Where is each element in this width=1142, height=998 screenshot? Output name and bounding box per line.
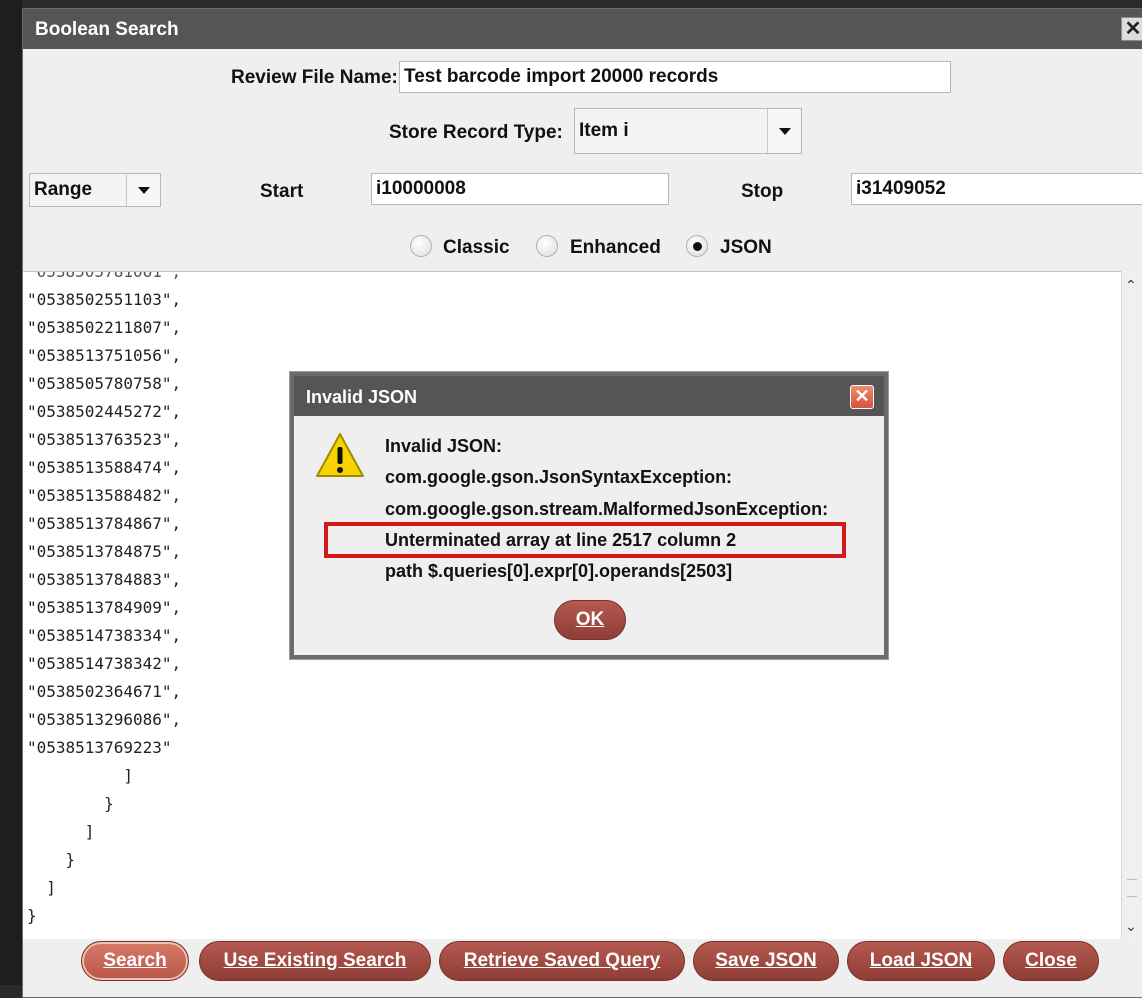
editor-line: "0538513588474", xyxy=(27,458,182,477)
search-button[interactable]: Search xyxy=(81,941,189,981)
editor-line: "0538502364671", xyxy=(27,682,182,701)
editor-scrollbar[interactable]: ⌃ ⌄ xyxy=(1121,271,1141,939)
store-record-type-dropdown-arrow[interactable] xyxy=(767,109,801,153)
start-input[interactable]: i10000008 xyxy=(371,173,669,205)
store-record-type-label: Store Record Type: xyxy=(389,122,563,143)
editor-line: "0538513784909", xyxy=(27,598,182,617)
scroll-down-icon[interactable]: ⌄ xyxy=(1125,918,1137,935)
mode-classic-label: Classic xyxy=(443,237,510,258)
desktop-background xyxy=(0,0,22,985)
editor-line: "0538514738334", xyxy=(27,626,182,645)
review-file-name-input[interactable]: Test barcode import 20000 records xyxy=(399,61,951,93)
retrieve-saved-query-button[interactable]: Retrieve Saved Query xyxy=(439,941,685,981)
chevron-down-icon xyxy=(779,128,791,135)
search-form: Review File Name: Test barcode import 20… xyxy=(23,9,1142,269)
editor-line: "0538513763523", xyxy=(27,430,182,449)
ok-button[interactable]: OK xyxy=(554,600,626,640)
dialog-message-line: com.google.gson.JsonSyntaxException: xyxy=(385,467,733,487)
store-record-type-value: Item i xyxy=(579,120,629,141)
chevron-down-icon xyxy=(138,187,150,194)
scroll-up-icon[interactable]: ⌃ xyxy=(1125,277,1137,294)
editor-line: "0538513784875", xyxy=(27,542,182,561)
scroll-grip[interactable] xyxy=(1127,879,1137,897)
editor-line: "0538513296086", xyxy=(27,710,182,729)
dialog-message-line: path $.queries[0].expr[0].operands[2503] xyxy=(385,561,733,581)
editor-line: ] xyxy=(27,766,133,785)
range-select[interactable]: Range xyxy=(29,173,161,207)
range-dropdown-arrow[interactable] xyxy=(126,174,160,206)
editor-line: "0538513751056", xyxy=(27,346,182,365)
mode-classic-radio[interactable] xyxy=(410,235,432,257)
dialog-close-button[interactable]: ✕ xyxy=(850,385,874,409)
editor-line: "0538513588482", xyxy=(27,486,182,505)
editor-line: "0538502211807", xyxy=(27,318,182,337)
editor-line: ] xyxy=(27,822,95,841)
review-file-label: Review File Name: xyxy=(231,67,398,88)
editor-line: } xyxy=(27,850,76,869)
mode-json-radio[interactable] xyxy=(686,235,708,257)
dialog-message-line: com.google.gson.stream.MalformedJsonExce… xyxy=(385,499,829,519)
load-json-button[interactable]: Load JSON xyxy=(847,941,995,981)
error-highlight-box xyxy=(324,522,846,558)
mode-json-label: JSON xyxy=(720,237,772,258)
mode-enhanced-label: Enhanced xyxy=(570,237,661,258)
range-select-value: Range xyxy=(34,179,93,200)
dialog-message-line: Invalid JSON: xyxy=(385,436,503,456)
dialog-title: Invalid JSON xyxy=(306,387,418,407)
mode-enhanced-radio[interactable] xyxy=(536,235,558,257)
editor-line: "0538502445272", xyxy=(27,402,182,421)
editor-line: "0538502551103", xyxy=(27,290,182,309)
use-existing-search-button[interactable]: Use Existing Search xyxy=(199,941,431,981)
editor-line-clipped: "0538505781061", xyxy=(27,271,182,281)
editor-line: "0538514738342", xyxy=(27,654,182,673)
editor-line: "0538513784883", xyxy=(27,570,182,589)
store-record-type-select[interactable]: Item i xyxy=(574,108,802,154)
editor-line: ] xyxy=(27,878,56,897)
editor-line: "0538513769223" xyxy=(27,738,172,757)
save-json-button[interactable]: Save JSON xyxy=(693,941,839,981)
invalid-json-dialog: Invalid JSON ✕ Invalid JSON: com.google.… xyxy=(290,372,888,659)
editor-line: "0538505780758", xyxy=(27,374,182,393)
close-button[interactable]: Close xyxy=(1003,941,1099,981)
stop-label: Stop xyxy=(741,181,784,202)
warning-icon xyxy=(316,433,364,477)
start-label: Start xyxy=(260,181,304,202)
stop-input[interactable]: i31409052 xyxy=(851,173,1142,205)
editor-line: "0538513784867", xyxy=(27,514,182,533)
dialog-titlebar: Invalid JSON ✕ xyxy=(294,376,884,416)
editor-line: } xyxy=(27,906,37,925)
editor-line: } xyxy=(27,794,114,813)
